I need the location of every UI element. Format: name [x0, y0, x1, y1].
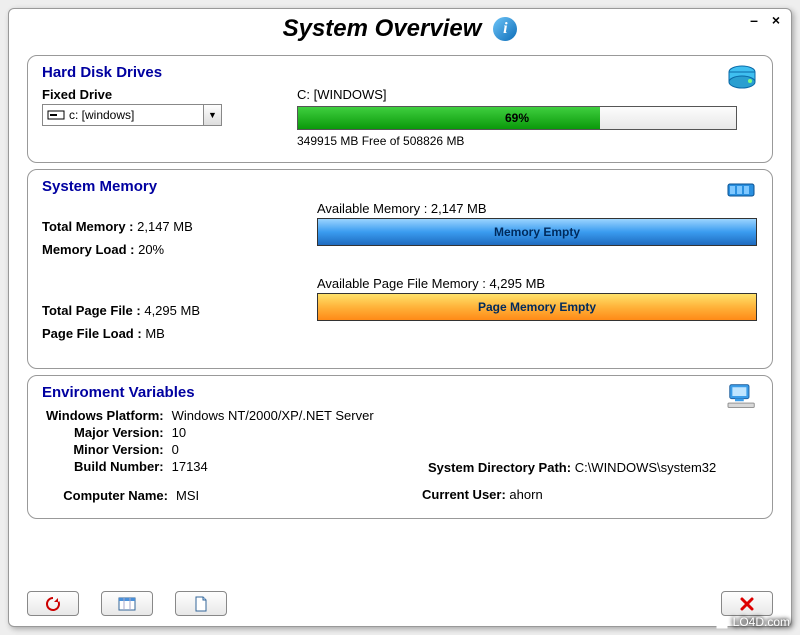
major-version-value: 10: [168, 424, 378, 441]
minimize-button[interactable]: –: [747, 13, 761, 27]
drive-select-value: c: [windows]: [69, 108, 203, 122]
close-icon: [738, 595, 756, 613]
build-number-value: 17134: [168, 458, 378, 475]
document-icon: [194, 596, 208, 612]
window-controls: – ×: [747, 13, 783, 27]
refresh-button[interactable]: [27, 591, 79, 616]
new-document-button[interactable]: [175, 591, 227, 616]
current-user-label: Current User:: [422, 487, 506, 502]
memory-bar: Memory Empty: [317, 218, 757, 246]
close-button[interactable]: ×: [769, 13, 783, 27]
chevron-down-icon[interactable]: ▼: [203, 105, 221, 125]
available-memory-label: Available Memory : 2,147 MB: [317, 201, 758, 216]
build-number-label: Build Number:: [42, 458, 168, 475]
exit-button[interactable]: [721, 591, 773, 616]
memory-load-value: 20%: [138, 242, 164, 257]
sysdir-value: C:\WINDOWS\system32: [575, 460, 717, 475]
watermark: LO4D.com: [715, 615, 790, 629]
download-icon: [715, 615, 729, 629]
minor-version-label: Minor Version:: [42, 441, 168, 458]
minor-version-value: 0: [168, 441, 378, 458]
pagefile-bar-text: Page Memory Empty: [478, 300, 596, 314]
hard-disk-icon: [726, 62, 758, 90]
grid-icon: [118, 597, 136, 611]
memory-load-label: Memory Load :: [42, 242, 134, 257]
platform-value: Windows NT/2000/XP/.NET Server: [168, 407, 378, 424]
disk-usage-bar: 69%: [297, 106, 737, 130]
current-user-value: ahorn: [509, 487, 542, 502]
env-panel-title: Enviroment Variables: [42, 384, 758, 401]
disk-usage-label: 69%: [298, 107, 736, 129]
total-pagefile-value: 4,295 MB: [144, 303, 200, 318]
major-version-label: Major Version:: [42, 424, 168, 441]
platform-label: Windows Platform:: [42, 407, 168, 424]
memory-panel: System Memory Total Memory : 2,147 MB Me…: [27, 169, 773, 369]
details-button[interactable]: [101, 591, 153, 616]
fixed-drive-label: Fixed Drive: [42, 87, 297, 102]
drive-name: C: [WINDOWS]: [297, 87, 758, 102]
total-memory-label: Total Memory :: [42, 219, 134, 234]
memory-icon: [726, 176, 758, 204]
env-panel: Enviroment Variables Windows Platform:Wi…: [27, 375, 773, 519]
memory-panel-title: System Memory: [42, 178, 758, 195]
hdd-panel-title: Hard Disk Drives: [42, 64, 758, 81]
disk-stats: 349915 MB Free of 508826 MB: [297, 134, 758, 148]
pagefile-load-label: Page File Load :: [42, 326, 142, 341]
computer-icon: [726, 382, 758, 410]
watermark-text: LO4D.com: [733, 615, 790, 629]
sysdir-label: System Directory Path:: [428, 460, 571, 475]
computer-name-value: MSI: [172, 487, 203, 504]
drive-icon: [47, 108, 65, 122]
total-pagefile-label: Total Page File :: [42, 303, 141, 318]
drive-select[interactable]: c: [windows] ▼: [42, 104, 222, 126]
titlebar: System Overview i – ×: [9, 9, 791, 49]
refresh-icon: [44, 595, 62, 613]
computer-name-label: Computer Name:: [42, 487, 172, 504]
total-memory-value: 2,147 MB: [137, 219, 193, 234]
pagefile-load-value: MB: [145, 326, 165, 341]
memory-bar-text: Memory Empty: [494, 225, 580, 239]
hdd-panel: Hard Disk Drives Fixed Drive c: [windows…: [27, 55, 773, 163]
info-icon[interactable]: i: [493, 17, 517, 41]
app-window: System Overview i – × Hard Disk Drives F…: [8, 8, 792, 627]
page-title: System Overview: [283, 15, 482, 43]
available-pagefile-label: Available Page File Memory : 4,295 MB: [317, 276, 758, 291]
pagefile-bar: Page Memory Empty: [317, 293, 757, 321]
footer-toolbar: [27, 591, 773, 616]
